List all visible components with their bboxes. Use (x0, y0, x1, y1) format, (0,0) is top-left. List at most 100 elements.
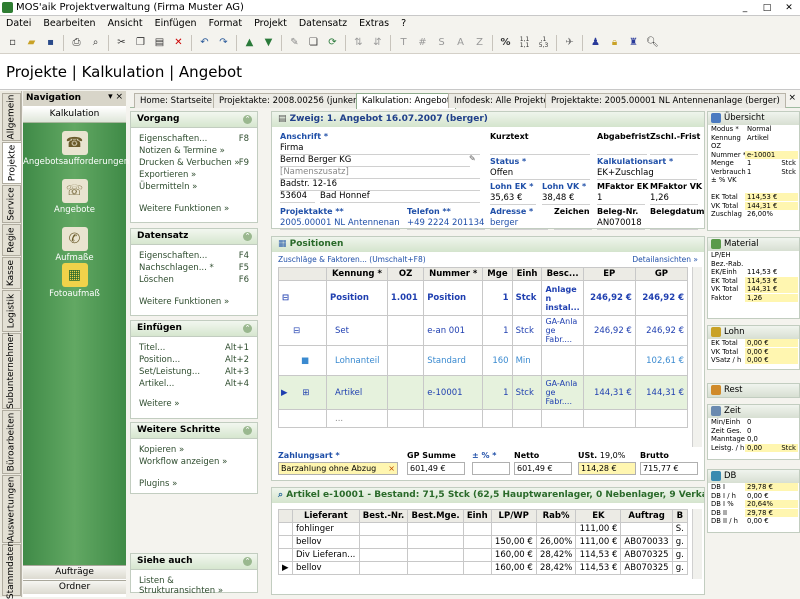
strasse-field[interactable]: Badstr. 12-16 (280, 179, 480, 191)
close-tab-icon[interactable]: × (788, 93, 796, 103)
tab-projektakte-2008[interactable]: Projektakte: 2008.00256 (junkers) (213, 93, 371, 108)
vtab-service[interactable]: Service (2, 185, 21, 223)
action-drucken[interactable]: Drucken & Verbuchen » F9 (131, 158, 257, 170)
material-header[interactable]: Material (708, 238, 799, 251)
print-icon[interactable]: ⎙ (67, 34, 86, 52)
ort-field[interactable]: Bad Honnef (320, 191, 480, 203)
detailansichten-link[interactable]: Detailansichten » (632, 255, 698, 264)
menu-ansicht[interactable]: Ansicht (102, 16, 149, 32)
lohnvk-field[interactable]: 38,48 € (542, 193, 590, 205)
action-notizen[interactable]: Notizen & Termine » (131, 146, 257, 158)
panel-siehe-header[interactable]: Siehe auch ⌃ (131, 554, 257, 570)
zschl-field[interactable] (650, 143, 698, 155)
print-preview-icon[interactable]: ⌕ (86, 34, 105, 52)
col-ep[interactable]: EP (582, 267, 636, 281)
vtab-auswertungen[interactable]: Auswertungen (2, 475, 21, 543)
action-set-leistung[interactable]: Set/Leistung... Alt+3 (131, 367, 257, 379)
vtab-stammdaten[interactable]: Stammdaten (2, 541, 21, 599)
uebersicht-header[interactable]: Übersicht (708, 112, 799, 125)
action-einf-weitere[interactable]: Weitere » (131, 399, 257, 411)
col-einh[interactable]: Einh (511, 267, 543, 281)
table-row[interactable]: ■ Lohnanteil Standard 160 Min 102,61 € (278, 345, 689, 376)
menu-datei[interactable]: Datei (0, 16, 37, 32)
refresh-icon[interactable]: ⟳ (323, 34, 342, 52)
positionen-scrollbar[interactable] (692, 267, 702, 447)
action-ds-weitere[interactable]: Weitere Funktionen » (131, 297, 257, 309)
db-header[interactable]: DB (708, 470, 799, 483)
col-kennung[interactable]: Kennung * (326, 267, 388, 281)
action-position[interactable]: Position... Alt+2 (131, 355, 257, 367)
action-artikel[interactable]: Artikel... Alt+4 (131, 379, 257, 391)
vtab-logistik[interactable]: Logistik (2, 290, 21, 332)
belegdatum-field[interactable] (650, 218, 698, 230)
vtab-allgemein[interactable]: Allgemein (2, 93, 21, 141)
collapse-icon[interactable]: ⌃ (243, 232, 252, 241)
hash-icon[interactable]: # (413, 34, 432, 52)
panel-einfuegen-header[interactable]: Einfügen ⌃ (131, 321, 257, 337)
menu-datensatz[interactable]: Datensatz (293, 16, 353, 32)
action-workflow[interactable]: Workflow anzeigen » (131, 457, 257, 469)
col-b[interactable]: B (671, 509, 689, 523)
col-einh[interactable]: Einh (462, 509, 492, 523)
action-listen[interactable]: Listen & Strukturansichten » (131, 576, 257, 596)
col-besc[interactable]: Besc... (541, 267, 584, 281)
anschrift-line1[interactable]: Firma (280, 143, 480, 155)
decimal-icon[interactable]: ,1 5,3 (534, 34, 553, 52)
vtab-kasse[interactable]: Kasse (2, 257, 21, 289)
open-icon[interactable]: ▰ (22, 34, 41, 52)
cut-icon[interactable]: ✂ (112, 34, 131, 52)
lock-icon[interactable]: 🔒︎ (605, 34, 624, 52)
copy-doc-icon[interactable]: ❏ (304, 34, 323, 52)
projektakte-field[interactable]: 2005.00001 NL Antennenanlage (280, 218, 400, 230)
col-gp[interactable]: GP (634, 267, 689, 281)
nav-auftraege[interactable]: Aufträge (23, 565, 126, 579)
copy-icon[interactable]: ❐ (131, 34, 150, 52)
collapse-icon[interactable]: ⌃ (243, 324, 252, 333)
menu-format[interactable]: Format (203, 16, 248, 32)
menu-extras[interactable]: Extras (353, 16, 395, 32)
search-doc-icon[interactable]: 🔍︎ (643, 34, 662, 52)
move-down-icon[interactable]: ▼ (259, 34, 278, 52)
zahlungsart-select[interactable]: Barzahlung ohne Abzug × (278, 462, 398, 475)
close-icon[interactable]: ✕ (780, 1, 798, 14)
anschrift-line2[interactable]: Bernd Berger KG (280, 155, 470, 167)
menu-bearbeiten[interactable]: Bearbeiten (37, 16, 101, 32)
delete-icon[interactable]: ✕ (169, 34, 188, 52)
tab-infodesk[interactable]: Infodesk: Alle Projekte (448, 93, 555, 108)
pin-icon[interactable]: ▾ × (108, 92, 123, 102)
sort-desc-icon[interactable]: ⇵ (368, 34, 387, 52)
adresse-field[interactable]: berger (490, 218, 548, 230)
vtab-regie[interactable]: Regie (2, 224, 21, 256)
pct-field[interactable] (472, 462, 510, 475)
action-ds-eigenschaften[interactable]: Eigenschaften... F4 (131, 251, 257, 263)
menu-projekt[interactable]: Projekt (248, 16, 293, 32)
abgabefrist-field[interactable] (597, 143, 647, 155)
col-nummer[interactable]: Nummer * (423, 267, 484, 281)
user-lock-icon[interactable]: ♜ (624, 34, 643, 52)
mfek-field[interactable]: 1 (597, 193, 645, 205)
collapse-icon[interactable]: ⌃ (243, 557, 252, 566)
table-row[interactable]: bellov 150,00 €26,00% 111,00 € AB070033 g. (278, 535, 689, 549)
tab-home[interactable]: Home: Startseite (134, 93, 219, 108)
edit-address-icon[interactable]: ✎ (469, 154, 476, 163)
text-t-icon[interactable]: T (394, 34, 413, 52)
minimize-icon[interactable]: _ (736, 1, 754, 14)
vtab-projekte[interactable]: Projekte (2, 142, 21, 184)
action-uebermitteln[interactable]: Übermitteln » (131, 182, 257, 194)
nav-item-angebote[interactable]: ☏ Angebote (23, 179, 126, 215)
col-mge[interactable]: Mge (482, 267, 513, 281)
menu-?[interactable]: ? (395, 16, 412, 32)
col-lpwp[interactable]: LP/WP (490, 509, 537, 523)
col-bestmge[interactable]: Best.Mge. (407, 509, 464, 523)
redo-icon[interactable]: ↷ (214, 34, 233, 52)
action-plugins[interactable]: Plugins » (131, 479, 257, 491)
table-row-selected[interactable]: ▶ ⊞ Artikel e-10001 1 Stck GA-Anla ge Fabr… (278, 375, 689, 410)
tools-icon[interactable]: ✈ (560, 34, 579, 52)
mfvk-field[interactable]: 1,26 (650, 193, 698, 205)
kurztext-field[interactable] (490, 143, 590, 155)
text-z-icon[interactable]: Z (470, 34, 489, 52)
table-row[interactable]: ⊟ Set e-an 001 1 Stck GA-Anla ge Fabr.... … (278, 315, 689, 346)
table-row[interactable]: ... (278, 409, 689, 428)
collapse-icon[interactable]: ⌃ (243, 426, 252, 435)
text-a-icon[interactable]: A (451, 34, 470, 52)
